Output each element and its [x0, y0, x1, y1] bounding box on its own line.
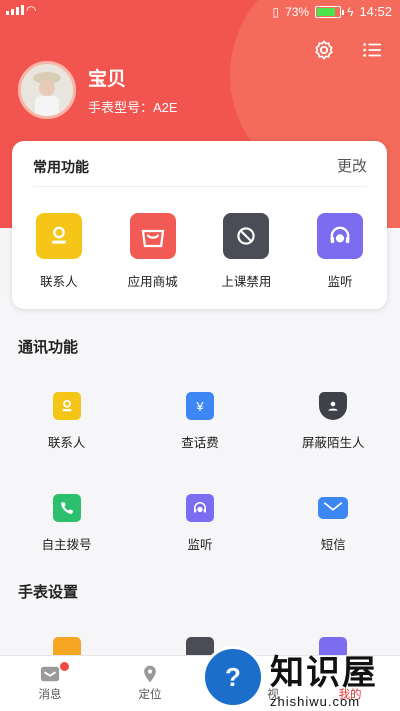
- comm-item-block-strangers[interactable]: 屏蔽陌生人: [267, 392, 400, 451]
- class-disable-icon: [223, 213, 270, 259]
- edit-button[interactable]: 更改: [337, 155, 367, 176]
- phone-icon: [52, 494, 81, 522]
- frequent-title: 常用功能: [33, 159, 89, 175]
- frequent-item-class-disable[interactable]: 上课禁用: [200, 213, 294, 290]
- frequent-item-label: 上课禁用: [221, 275, 272, 289]
- tab-label: 定位: [138, 689, 162, 701]
- frequent-item-label: 联系人: [40, 275, 78, 289]
- gear-icon[interactable]: [312, 38, 336, 62]
- clock: 14:52: [359, 4, 392, 19]
- wifi-icon: ◠: [26, 3, 37, 17]
- avatar[interactable]: [18, 61, 76, 119]
- frequent-item-label: 应用商城: [127, 275, 178, 289]
- profile[interactable]: 宝贝 手表型号：A2E: [18, 61, 178, 119]
- contacts-icon: [35, 213, 82, 259]
- comm-item-label: 查话费: [181, 436, 219, 450]
- charging-icon: ϟ: [347, 4, 354, 19]
- unread-badge: [60, 662, 69, 671]
- comm-item-sms[interactable]: 短信: [267, 494, 400, 553]
- comm-item-balance[interactable]: ¥ 查话费: [133, 392, 266, 451]
- contacts-icon: [52, 392, 81, 420]
- comm-item-label: 屏蔽陌生人: [301, 436, 365, 450]
- watermark: ? 知识屋 zhishiwu.com: [202, 645, 378, 709]
- mail-icon: [318, 497, 349, 519]
- comm-item-contacts[interactable]: 联系人: [0, 392, 133, 451]
- question-monitor-icon: ?: [202, 646, 264, 708]
- yen-card-icon: ¥: [185, 392, 214, 420]
- frequent-item-label: 监听: [327, 275, 353, 289]
- battery-icon: [315, 5, 345, 18]
- store-bag-icon: [129, 213, 176, 259]
- status-bar: ◠ ▯ 73% ϟ 14:52: [0, 0, 400, 22]
- comm-item-label: 短信: [320, 538, 346, 552]
- frequent-item-store[interactable]: 应用商城: [106, 213, 200, 290]
- shield-user-icon: [319, 392, 348, 420]
- watermark-brand: 知识屋: [270, 654, 378, 692]
- battery-percent: 73%: [285, 4, 310, 19]
- watch-settings-title: 手表设置: [18, 584, 79, 601]
- frequent-item-contacts[interactable]: 联系人: [12, 213, 106, 290]
- communication-title: 通讯功能: [18, 339, 79, 356]
- vibrate-icon: ▯: [272, 4, 280, 19]
- frequent-functions-card: 常用功能 更改 联系人 应用商城 上课禁用 监听: [12, 141, 387, 309]
- comm-item-label: 监听: [187, 538, 213, 552]
- headset-icon: [185, 494, 214, 522]
- comm-item-dial[interactable]: 自主拨号: [0, 494, 133, 553]
- tab-label: 消息: [38, 689, 62, 701]
- frequent-item-monitor[interactable]: 监听: [293, 213, 387, 290]
- tab-location[interactable]: 定位: [100, 656, 200, 711]
- list-icon[interactable]: [360, 38, 384, 62]
- signal-icon: [6, 5, 24, 15]
- watermark-url: zhishiwu.com: [270, 694, 361, 709]
- message-icon: [38, 662, 62, 686]
- profile-name: 宝贝: [88, 69, 127, 90]
- comm-item-monitor[interactable]: 监听: [133, 494, 266, 553]
- watch-model: 手表型号：A2E: [88, 100, 178, 115]
- tab-messages[interactable]: 消息: [0, 656, 100, 711]
- comm-item-label: 联系人: [47, 436, 86, 450]
- location-pin-icon: [138, 662, 162, 686]
- comm-item-label: 自主拨号: [41, 538, 92, 552]
- headset-icon: [317, 213, 364, 259]
